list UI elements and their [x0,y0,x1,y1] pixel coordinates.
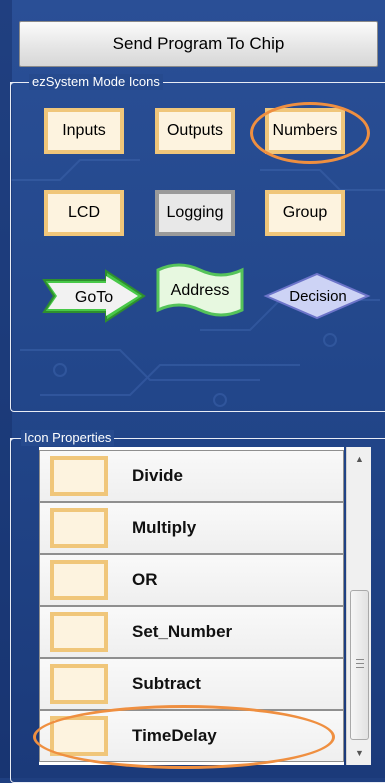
item-label: Multiply [132,518,197,537]
icon-properties-title: Icon Properties [21,430,115,446]
list-item[interactable]: Set_Number [39,606,344,658]
goto-label: GoTo [75,289,113,306]
outputs-button[interactable]: Outputs [155,108,235,154]
item-icon-thumbnail [50,664,108,704]
decision-label: Decision [289,288,347,305]
send-program-button[interactable]: Send Program To Chip [19,21,378,67]
list-item[interactable]: Multiply [39,502,344,554]
scroll-down-arrow-icon[interactable]: ▼ [347,743,372,763]
numbers-button[interactable]: Numbers [265,108,345,154]
item-icon-thumbnail [50,508,108,548]
list-item[interactable]: Divide [39,450,344,502]
list-scrollbar[interactable]: ▲ ▼ [346,447,371,765]
goto-arrow-shape[interactable]: GoTo [40,268,150,324]
item-icon-thumbnail [50,456,108,496]
list-item[interactable]: Subtract [39,658,344,710]
item-label: Set_Number [132,622,233,641]
lcd-button[interactable]: LCD [44,190,124,236]
item-label: Subtract [132,674,201,693]
decision-diamond-shape[interactable]: Decision [262,270,372,322]
grip-line [356,659,364,660]
item-icon-thumbnail [50,560,108,600]
grip-line [356,667,364,668]
grip-line [356,663,364,664]
scrollbar-thumb[interactable] [350,590,369,740]
list-item[interactable]: TimeDelay [39,710,344,762]
item-label: Divide [132,466,184,485]
group-corner [10,82,21,91]
logging-button[interactable]: Logging [155,190,235,236]
inputs-button[interactable]: Inputs [44,108,124,154]
address-label: Address [171,282,230,299]
scroll-up-arrow-icon[interactable]: ▲ [347,449,372,469]
item-label: TimeDelay [132,726,217,745]
group-button[interactable]: Group [265,190,345,236]
item-label: OR [132,570,158,589]
group-corner [10,438,21,447]
mode-icons-title: ezSystem Mode Icons [29,74,163,90]
list-item[interactable]: OR [39,554,344,606]
item-icon-thumbnail [50,612,108,652]
item-icon-thumbnail [50,716,108,756]
address-shape[interactable]: Address [155,262,245,320]
icon-properties-list: Divide Multiply OR Set_Number Subtract T… [39,447,344,765]
